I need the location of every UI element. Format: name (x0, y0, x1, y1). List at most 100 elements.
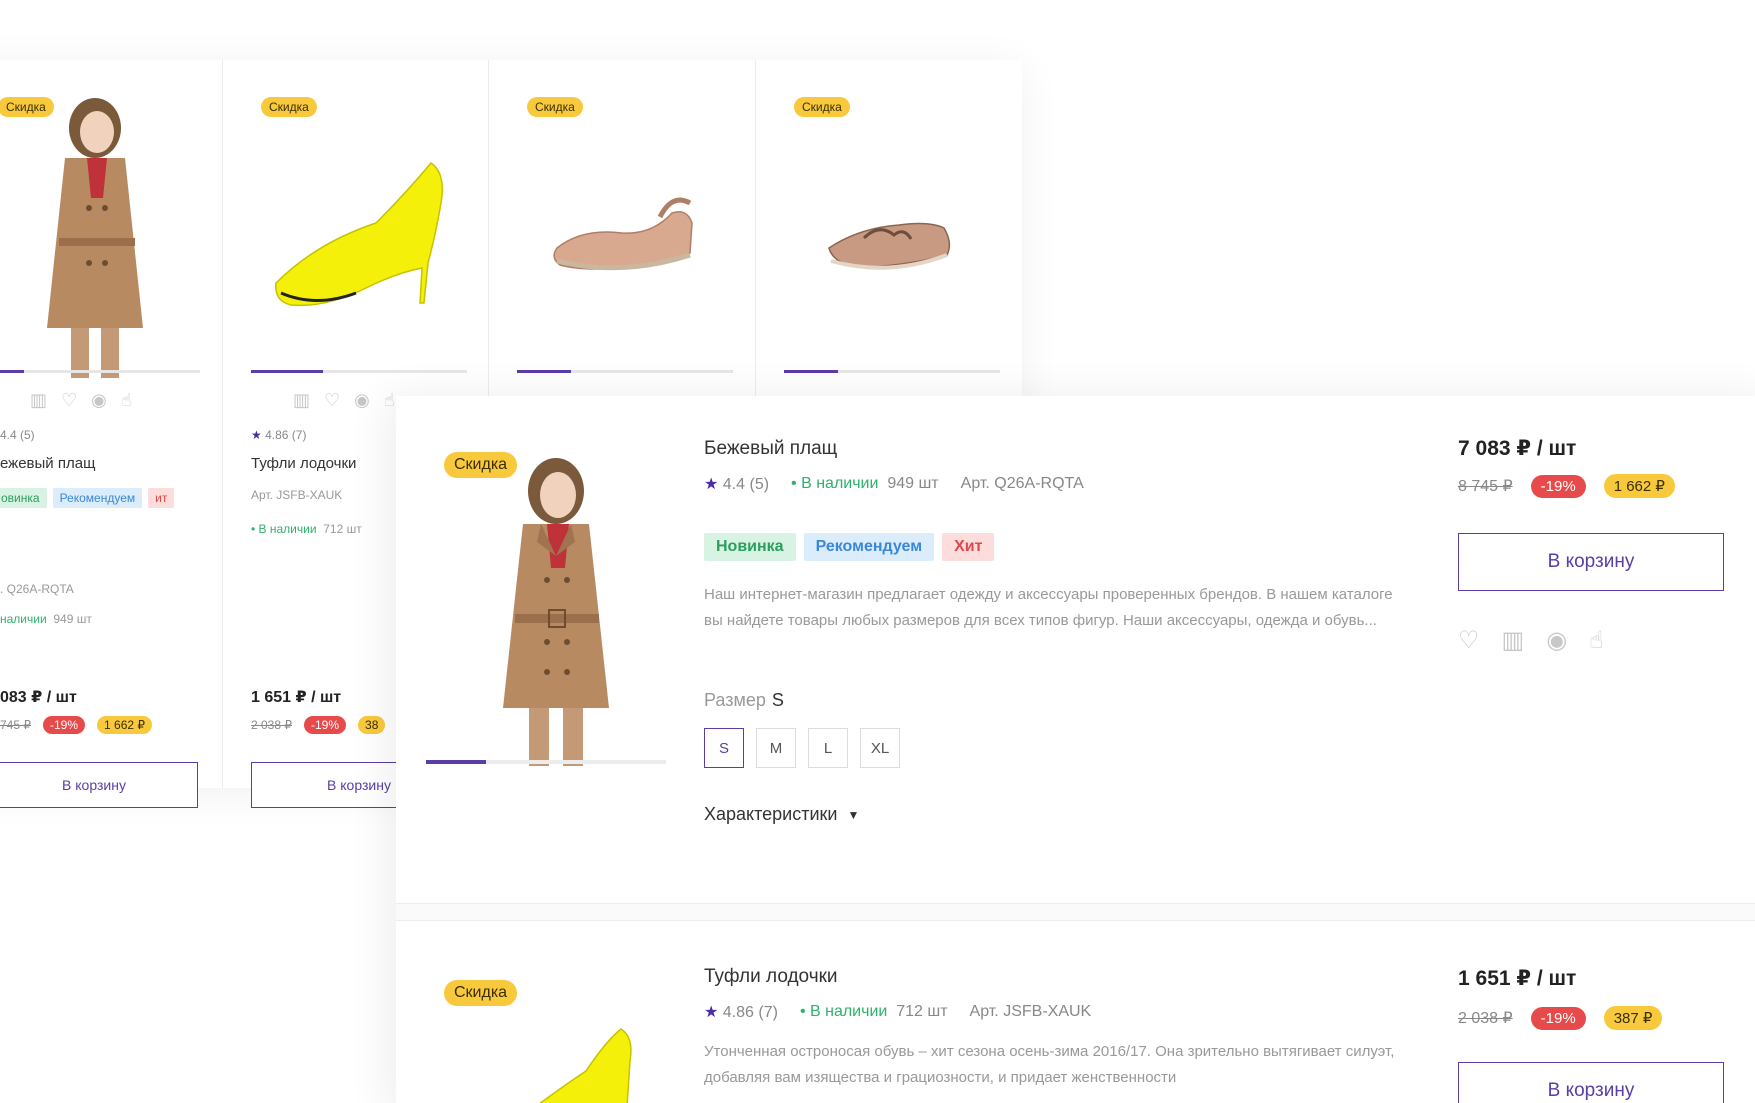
slider-fill (784, 370, 838, 373)
item-actions: ♡ ▥ ◉ ☝ (1458, 626, 1604, 655)
heart-icon[interactable]: ♡ (1458, 626, 1480, 655)
stock-status: • В наличии 712 шт (799, 1003, 948, 1020)
row-divider (396, 903, 1755, 921)
heart-icon[interactable]: ♡ (61, 390, 77, 411)
image-slider[interactable] (784, 370, 1000, 373)
slider-fill (0, 370, 24, 373)
slider-fill (517, 370, 571, 373)
image-slider[interactable] (0, 370, 200, 373)
old-price: 2 038 ₽ (1458, 1010, 1513, 1027)
image-slider[interactable] (426, 760, 666, 764)
size-option[interactable]: XL (860, 728, 900, 768)
shoe-image (275, 162, 443, 307)
price-line: 2 038 ₽ -19% 387 ₽ (1458, 1006, 1663, 1030)
star-icon: ★ (704, 1004, 719, 1021)
price: 7 083 ₽ / шт (1458, 437, 1577, 460)
slider-fill (426, 760, 486, 764)
old-price: 2 038 ₽ (251, 718, 292, 732)
product-image[interactable] (436, 1021, 676, 1103)
product-meta: ★ 4.4 (5) • В наличии 949 шт Арт. Q26A-R… (704, 474, 1084, 494)
discount-percent: -19% (304, 716, 347, 734)
chevron-down-icon: ▼ (847, 807, 860, 822)
discount-percent: -19% (1530, 474, 1586, 498)
discount-badge: Скидка (444, 980, 518, 1006)
compare-icon[interactable]: ▥ (293, 390, 310, 411)
savings-amount: 38 (358, 716, 386, 734)
article-number: . Q26A-RQTA (0, 582, 74, 596)
shoe-image (539, 1028, 632, 1103)
discount-badge: Скидка (444, 452, 518, 478)
rating: ★ 4.4 (5) (704, 476, 770, 493)
savings-amount: 1 662 ₽ (1603, 474, 1675, 498)
card-actions: ▥ ♡ ◉ ☝ (30, 390, 132, 411)
size-selector: S M L XL (704, 728, 900, 768)
add-to-cart-button[interactable]: В корзину (1458, 1062, 1724, 1103)
product-image[interactable] (0, 88, 200, 378)
tag-recommended: Рекомендуем (52, 488, 143, 508)
loafer-image (828, 222, 951, 270)
savings-amount: 1 662 ₽ (97, 716, 153, 734)
price: 1 651 ₽ / шт (1458, 967, 1577, 990)
selected-size: S (771, 690, 784, 710)
grid-card[interactable]: Скидка ▥ ♡ ◉ ☝ 4.4 (5) ежевый плащ овинк… (0, 60, 223, 808)
tag-recommended: Рекомендуем (803, 533, 935, 561)
eye-icon[interactable]: ◉ (1546, 626, 1567, 655)
tag-hit: ит (148, 488, 175, 508)
tag-list: овинка Рекомендуем ит (0, 488, 184, 508)
article-number: Арт. JSFB-XAUK (969, 1003, 1092, 1020)
compare-icon[interactable]: ▥ (1502, 626, 1525, 655)
product-image[interactable] (251, 88, 461, 378)
eye-icon[interactable]: ◉ (91, 390, 107, 411)
coat-image (47, 98, 143, 378)
list-item: Скидка Бежевый плащ ★ 4.4 (5) • В наличи… (396, 396, 1755, 903)
discount-percent: -19% (43, 716, 86, 734)
size-option[interactable]: M (756, 728, 796, 768)
product-name[interactable]: Туфли лодочки (251, 455, 356, 472)
size-label: Размер S (704, 690, 784, 710)
quick-click-icon[interactable]: ☝ (1589, 626, 1604, 655)
price-line: 745 ₽ -19% 1 662 ₽ (0, 716, 153, 734)
price-line: 8 745 ₽ -19% 1 662 ₽ (1458, 474, 1675, 498)
product-title[interactable]: Туфли лодочки (704, 966, 838, 988)
product-description: Утонченная остроносая обувь – хит сезона… (704, 1043, 1395, 1086)
size-option[interactable]: L (808, 728, 848, 768)
product-title[interactable]: Бежевый плащ (704, 438, 837, 460)
tag-list: Новинка Рекомендуем Хит (704, 533, 995, 561)
sandal-image (553, 197, 693, 271)
quick-click-icon[interactable]: ☝ (121, 390, 132, 411)
product-image[interactable] (784, 88, 994, 378)
characteristics-toggle[interactable]: Характеристики ▼ (704, 804, 859, 825)
card-actions: ▥ ♡ ◉ ☝ (293, 390, 395, 411)
rating: ★ 4.86 (7) (704, 1004, 778, 1021)
old-price: 8 745 ₽ (1458, 478, 1513, 495)
article-number: Арт. JSFB-XAUK (251, 488, 343, 502)
quick-click-icon[interactable]: ☝ (384, 390, 395, 411)
image-slider[interactable] (251, 370, 467, 373)
add-to-cart-button[interactable]: В корзину (0, 762, 198, 808)
tag-new: овинка (0, 488, 47, 508)
star-icon: ★ (704, 476, 719, 493)
product-image[interactable] (436, 446, 676, 766)
product-name[interactable]: ежевый плащ (0, 455, 95, 472)
size-option[interactable]: S (704, 728, 744, 768)
product-description: Наш интернет-магазин предлагает одежду и… (704, 586, 1393, 629)
compare-icon[interactable]: ▥ (30, 390, 47, 411)
price-line: 2 038 ₽ -19% 38 (251, 716, 386, 734)
eye-icon[interactable]: ◉ (354, 390, 370, 411)
coat-image (503, 458, 609, 766)
list-item: Скидка Туфли лодочки ★ 4.86 (7) • В нали… (396, 921, 1755, 1103)
image-slider[interactable] (517, 370, 733, 373)
price: 083 ₽ / шт (0, 689, 77, 706)
add-to-cart-button[interactable]: В корзину (1458, 533, 1724, 591)
star-icon: ★ (251, 428, 262, 442)
rating: 4.4 (5) (0, 428, 35, 442)
old-price: 745 ₽ (0, 718, 31, 732)
tag-hit: Хит (942, 533, 995, 561)
tag-new: Новинка (704, 533, 796, 561)
slider-fill (251, 370, 323, 373)
heart-icon[interactable]: ♡ (324, 390, 340, 411)
product-image[interactable] (517, 88, 727, 378)
stock-status: • В наличии 949 шт (791, 475, 939, 492)
discount-percent: -19% (1530, 1006, 1586, 1030)
product-meta: ★ 4.86 (7) • В наличии 712 шт Арт. JSFB-… (704, 1002, 1091, 1022)
